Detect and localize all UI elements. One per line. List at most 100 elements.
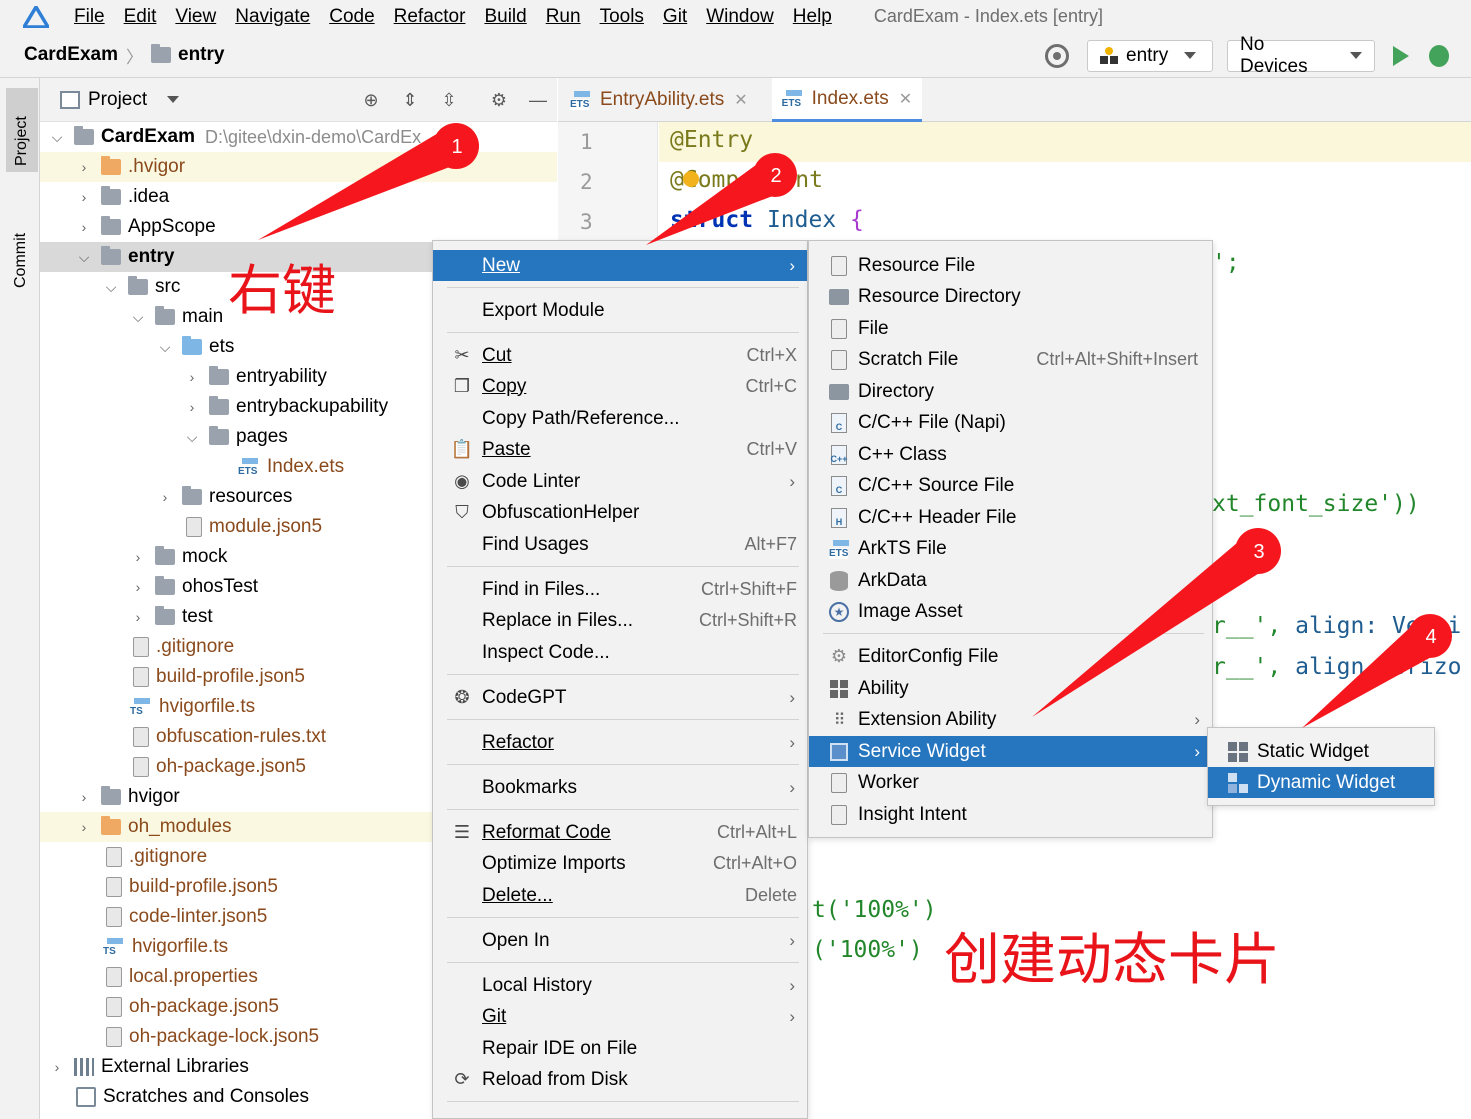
tab-index[interactable]: ETS Index.ets ✕: [771, 78, 923, 122]
submenu-item-arkts-file[interactable]: ETS ArkTS File: [809, 533, 1212, 564]
intention-bulb-icon[interactable]: [683, 171, 699, 187]
collapse-all-icon[interactable]: ⇳: [438, 89, 460, 111]
chevron-right-icon[interactable]: ›: [50, 1059, 64, 1075]
menu-item-reload-from-disk[interactable]: ⟳ Reload from Disk: [433, 1064, 807, 1095]
menu-item-code-linter[interactable]: ◉ Code Linter ›: [433, 466, 807, 497]
menu-navigate[interactable]: Navigate: [235, 6, 310, 28]
submenu-item-cpp-class[interactable]: C++ C++ Class: [809, 439, 1212, 470]
code-line-1[interactable]: @Entry: [670, 127, 753, 153]
expand-all-icon[interactable]: ⇕: [399, 89, 421, 111]
breadcrumb-module[interactable]: entry: [178, 44, 224, 66]
submenu-item-cpp-napi[interactable]: C C/C++ File (Napi): [809, 407, 1212, 438]
menu-item-find-in-files[interactable]: Find in Files... Ctrl+Shift+F: [433, 574, 807, 605]
submenu-item-insight-intent[interactable]: Insight Intent: [809, 799, 1212, 830]
menu-item-open-in[interactable]: Open In ›: [433, 925, 807, 956]
chevron-right-icon[interactable]: ›: [131, 579, 145, 595]
menu-item-codegpt[interactable]: ❂ CodeGPT ›: [433, 682, 807, 713]
submenu-item-cpp-header[interactable]: H C/C++ Header File: [809, 502, 1212, 533]
chevron-right-icon[interactable]: ›: [77, 189, 91, 205]
menu-item-bookmarks[interactable]: Bookmarks ›: [433, 772, 807, 803]
run-icon[interactable]: [1393, 45, 1409, 66]
code-fragment[interactable]: r__', align Horizo: [1212, 654, 1461, 680]
commit-tool-tab[interactable]: Commit: [10, 198, 32, 288]
submenu-item-directory[interactable]: Directory: [809, 376, 1212, 407]
submenu-item-worker[interactable]: Worker: [809, 767, 1212, 798]
close-icon[interactable]: ✕: [734, 90, 747, 110]
chevron-down-icon[interactable]: ⌵: [131, 309, 145, 325]
submenu-item-cpp-source[interactable]: C C/C++ Source File: [809, 470, 1212, 501]
chevron-right-icon[interactable]: ›: [185, 399, 199, 415]
menu-item-obfuscation-helper[interactable]: ⛉ ObfuscationHelper: [433, 497, 807, 528]
locate-icon[interactable]: ⊕: [360, 89, 382, 111]
menu-item-cut[interactable]: ✂ Cut Ctrl+X: [433, 340, 807, 371]
menu-item-copy[interactable]: ❐ Copy Ctrl+C: [433, 371, 807, 402]
menu-git[interactable]: Git: [663, 6, 687, 28]
menu-item-new[interactable]: New ›: [433, 250, 807, 281]
menu-view[interactable]: View: [175, 6, 216, 28]
code-fragment[interactable]: xt_font_size')): [1212, 491, 1420, 517]
chevron-down-icon[interactable]: [167, 96, 180, 103]
menu-item-reformat-code[interactable]: ☰ Reformat Code Ctrl+Alt+L: [433, 817, 807, 848]
device-select[interactable]: No Devices: [1227, 34, 1375, 77]
tree-item-idea[interactable]: › .idea: [40, 182, 557, 212]
submenu-item-service-widget[interactable]: Service Widget ›: [809, 736, 1212, 767]
chevron-down-icon[interactable]: ⌵: [77, 249, 91, 265]
hide-icon[interactable]: —: [527, 89, 549, 111]
tree-item-cardexam[interactable]: ⌵ CardExam D:\gitee\dxin-demo\CardEx: [40, 122, 557, 152]
chevron-right-icon[interactable]: ›: [158, 489, 172, 505]
chevron-right-icon[interactable]: ›: [77, 819, 91, 835]
chevron-down-icon[interactable]: ⌵: [185, 429, 199, 445]
close-icon[interactable]: ✕: [899, 89, 912, 109]
menu-tools[interactable]: Tools: [600, 6, 644, 28]
code-fragment[interactable]: t('100%'): [812, 897, 937, 923]
submenu-item-scratch-file[interactable]: Scratch File Ctrl+Alt+Shift+Insert: [809, 344, 1212, 375]
submenu-item-arkdata[interactable]: ArkData ›: [809, 565, 1212, 596]
menu-item-optimize-imports[interactable]: Optimize Imports Ctrl+Alt+O: [433, 848, 807, 879]
code-line-3[interactable]: struct Index {: [670, 207, 864, 233]
menu-item-refactor[interactable]: Refactor ›: [433, 727, 807, 758]
menu-item-git[interactable]: Git ›: [433, 1001, 807, 1032]
target-icon[interactable]: [1045, 43, 1069, 68]
menu-item-find-usages[interactable]: Find Usages Alt+F7: [433, 529, 807, 560]
menu-item-copy-path[interactable]: Copy Path/Reference...: [433, 403, 807, 434]
menu-item-repair-ide[interactable]: Repair IDE on File: [433, 1033, 807, 1064]
chevron-down-icon[interactable]: ⌵: [104, 279, 118, 295]
breadcrumb-project[interactable]: CardExam: [24, 44, 118, 66]
menu-file[interactable]: File: [74, 6, 105, 28]
menu-item-export-module[interactable]: Export Module: [433, 295, 807, 326]
menu-help[interactable]: Help: [793, 6, 832, 28]
gear-icon[interactable]: ⚙: [488, 89, 510, 111]
submenu-item-static-widget[interactable]: Static Widget: [1208, 736, 1434, 767]
code-fragment[interactable]: ';: [1212, 250, 1240, 276]
project-tool-tab[interactable]: Project: [6, 88, 38, 172]
menu-item-inspect-code[interactable]: Inspect Code...: [433, 637, 807, 668]
chevron-down-icon[interactable]: ⌵: [158, 339, 172, 355]
debug-icon[interactable]: [1429, 44, 1449, 67]
menu-edit[interactable]: Edit: [124, 6, 157, 28]
menu-item-paste[interactable]: 📋 Paste Ctrl+V: [433, 434, 807, 465]
tab-entryability[interactable]: ETS EntryAbility.ets ✕: [560, 78, 758, 122]
menu-item-delete[interactable]: Delete... Delete: [433, 880, 807, 911]
submenu-item-resource-directory[interactable]: Resource Directory: [809, 281, 1212, 312]
code-fragment[interactable]: ('100%'): [812, 937, 923, 963]
submenu-item-file[interactable]: File: [809, 313, 1212, 344]
tree-item-hvigor-dir[interactable]: › .hvigor: [40, 152, 557, 182]
chevron-right-icon[interactable]: ›: [131, 609, 145, 625]
chevron-right-icon[interactable]: ›: [77, 789, 91, 805]
chevron-down-icon[interactable]: ⌵: [50, 129, 64, 145]
menu-window[interactable]: Window: [706, 6, 774, 28]
submenu-item-resource-file[interactable]: Resource File: [809, 250, 1212, 281]
submenu-item-extension-ability[interactable]: ⠿ Extension Ability ›: [809, 704, 1212, 735]
project-panel-title[interactable]: Project: [88, 89, 147, 111]
menu-item-local-history[interactable]: Local History ›: [433, 970, 807, 1001]
run-config-select[interactable]: entry: [1087, 39, 1213, 72]
menu-run[interactable]: Run: [546, 6, 581, 28]
menu-code[interactable]: Code: [329, 6, 374, 28]
chevron-right-icon[interactable]: ›: [185, 369, 199, 385]
chevron-right-icon[interactable]: ›: [77, 159, 91, 175]
code-fragment[interactable]: r__', align: Verti: [1212, 613, 1461, 639]
submenu-item-image-asset[interactable]: ★ Image Asset: [809, 596, 1212, 627]
menu-build[interactable]: Build: [484, 6, 526, 28]
chevron-right-icon[interactable]: ›: [77, 219, 91, 235]
submenu-item-editorconfig[interactable]: ⚙ EditorConfig File: [809, 641, 1212, 672]
